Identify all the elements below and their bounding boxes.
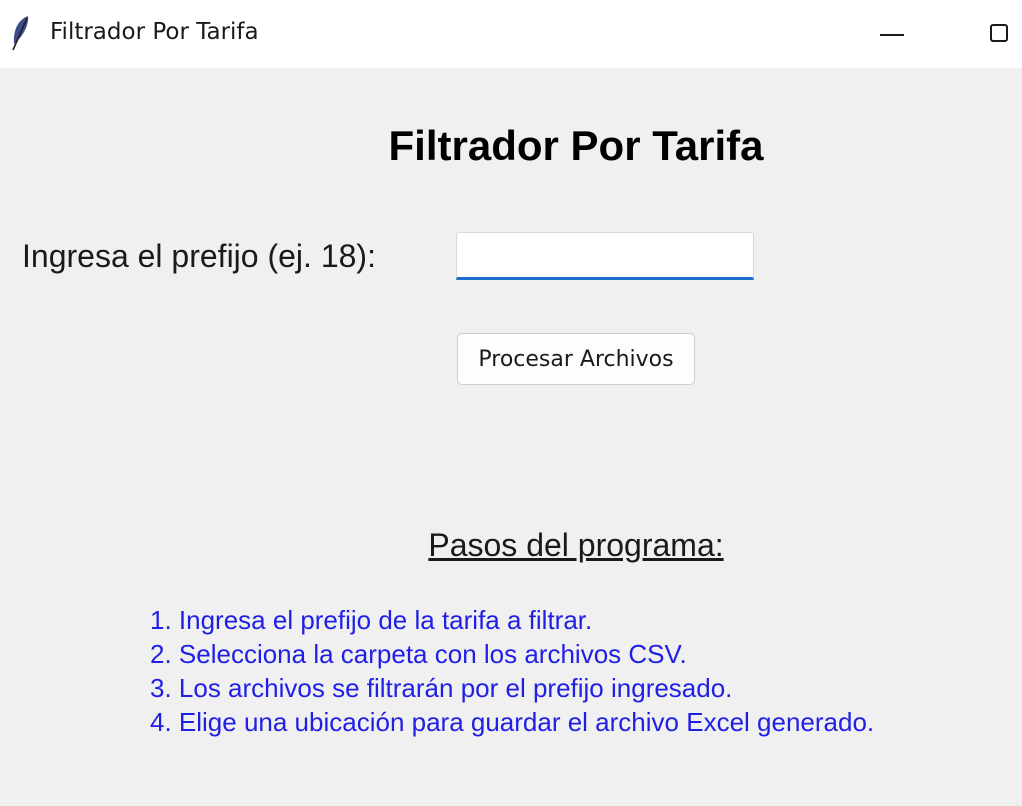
app-heading: Filtrador Por Tarifa: [388, 122, 764, 169]
maximize-icon: [990, 24, 1008, 42]
window-titlebar: Filtrador Por Tarifa: [0, 0, 1022, 68]
prefix-label: Ingresa el prefijo (ej. 18):: [22, 238, 376, 274]
step-item: 1. Ingresa el prefijo de la tarifa a fil…: [150, 605, 593, 635]
step-item: 2. Selecciona la carpeta con los archivo…: [150, 639, 687, 669]
minimize-icon: [880, 34, 904, 36]
window-title: Filtrador Por Tarifa: [50, 19, 259, 45]
step-item: 3. Los archivos se filtrarán por el pref…: [150, 673, 733, 703]
steps-list: 1. Ingresa el prefijo de la tarifa a fil…: [150, 603, 874, 739]
prefix-input[interactable]: [456, 232, 754, 280]
step-item: 4. Elige una ubicación para guardar el a…: [150, 707, 875, 737]
steps-heading: Pasos del programa:: [428, 527, 724, 563]
process-files-button[interactable]: Procesar Archivos: [457, 333, 695, 385]
feather-icon: [12, 16, 29, 51]
maximize-button[interactable]: [968, 0, 1022, 68]
minimize-button[interactable]: [862, 0, 922, 68]
